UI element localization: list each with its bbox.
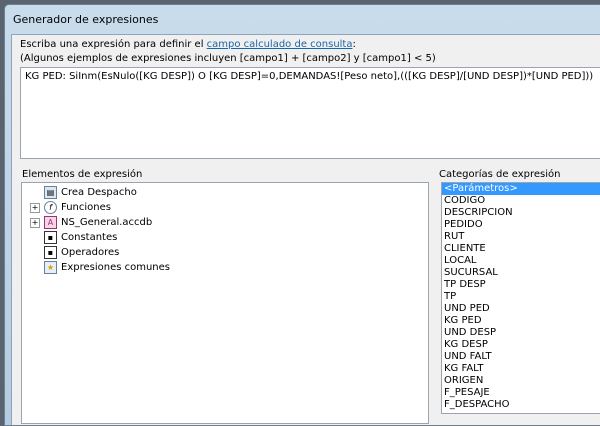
category-item[interactable]: KG FALT — [442, 363, 600, 375]
expression-elements-tree[interactable]: ▤ Crea Despacho + f Funciones + A NS_General.… — [21, 182, 429, 424]
tree-item-label: Constantes — [61, 232, 118, 243]
category-item[interactable]: SUCURSAL — [442, 267, 600, 279]
categories-label: Categorías de expresión — [439, 169, 561, 180]
category-item[interactable]: <Parámetros> — [442, 183, 600, 195]
tree-item-label: NS_General.accdb — [61, 217, 153, 228]
category-item[interactable]: UND DESP — [442, 327, 600, 339]
tree-item-database[interactable]: + A NS_General.accdb — [30, 215, 152, 230]
elements-label: Elementos de expresión — [22, 169, 143, 180]
category-item[interactable]: UND PED — [442, 303, 600, 315]
tree-item-constantes[interactable]: ▪ Constantes — [30, 230, 117, 245]
expression-input[interactable]: KG PED: SiInm(EsNulo([KG DESP]) O [KG DE… — [20, 67, 600, 159]
category-item[interactable]: KG DESP — [442, 339, 600, 351]
expression-categories-list[interactable]: <Parámetros> CODIGO DESCRIPCION PEDIDO RUT CL… — [441, 182, 600, 414]
category-item[interactable]: UND FALT — [442, 351, 600, 363]
tree-item-expresiones-comunes[interactable]: ★ Expresiones comunes — [30, 260, 170, 275]
category-item[interactable]: KG PED — [442, 315, 600, 327]
function-icon: f — [44, 200, 57, 214]
tree-item-funciones[interactable]: + f Funciones — [30, 200, 111, 215]
instruction-suffix: : — [352, 39, 356, 50]
tree-item-operadores[interactable]: ▪ Operadores — [30, 245, 119, 260]
form-icon: ▤ — [44, 185, 57, 199]
category-item[interactable]: CODIGO — [442, 195, 600, 207]
tree-item-label: Operadores — [61, 247, 120, 258]
constants-icon: ▪ — [44, 230, 57, 244]
dialog-title: Generador de expresiones — [13, 13, 159, 26]
category-item[interactable]: DESCRIPCION — [442, 207, 600, 219]
tree-item-label: Funciones — [61, 202, 111, 213]
tree-item-label: Crea Despacho — [61, 187, 137, 198]
expand-icon[interactable]: + — [30, 218, 40, 228]
category-item[interactable]: LOCAL — [442, 255, 600, 267]
category-item[interactable]: F_PESAJE — [442, 387, 600, 399]
category-item[interactable]: TP — [442, 291, 600, 303]
category-item[interactable]: TP DESP — [442, 279, 600, 291]
common-expressions-icon: ★ — [44, 260, 57, 274]
dialog-body: Escriba una expresión para definir el ca… — [11, 34, 600, 425]
category-item[interactable]: PEDIDO — [442, 219, 600, 231]
instruction-text: Escriba una expresión para definir el ca… — [20, 39, 356, 50]
category-item[interactable]: RUT — [442, 231, 600, 243]
instruction-prefix: Escriba una expresión para definir el — [20, 39, 207, 50]
category-item[interactable]: ORIGEN — [442, 375, 600, 387]
examples-text: (Algunos ejemplos de expresiones incluye… — [20, 53, 436, 64]
category-item[interactable]: CLIENTE — [442, 243, 600, 255]
operators-icon: ▪ — [44, 245, 57, 259]
expand-icon[interactable]: + — [30, 203, 40, 213]
tree-item-label: Expresiones comunes — [61, 262, 171, 273]
category-item[interactable]: F_DESPACHO — [442, 399, 600, 411]
expression-builder-dialog: Generador de expresiones Escriba una exp… — [4, 4, 600, 426]
tree-item-crea-despacho[interactable]: ▤ Crea Despacho — [30, 185, 137, 200]
help-link[interactable]: campo calculado de consulta — [207, 39, 353, 50]
access-database-icon: A — [44, 215, 57, 229]
